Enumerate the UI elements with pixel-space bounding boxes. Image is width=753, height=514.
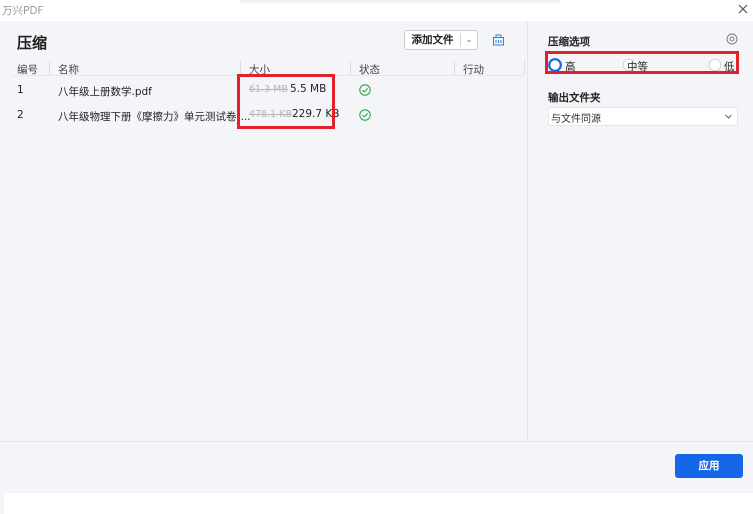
title-bar: 万兴PDF (0, 0, 753, 21)
row-index: 1 (17, 84, 24, 96)
output-folder-select[interactable]: 与文件同源 (548, 107, 738, 126)
page-title: 压缩 (17, 34, 48, 52)
compression-options-title: 压缩选项 (548, 36, 590, 48)
chevron-down-icon (725, 114, 732, 119)
file-name: 八年级物理下册《摩擦力》单元测试卷(... (58, 111, 251, 123)
app-title: 万兴PDF (2, 5, 44, 17)
title-bar-shadow (240, 0, 560, 5)
success-check-icon (359, 84, 371, 96)
output-folder-title: 输出文件夹 (548, 92, 601, 104)
apply-button[interactable]: 应用 (675, 454, 743, 478)
options-highlight-box (545, 51, 739, 74)
add-file-button[interactable]: 添加文件 ⌄ (404, 30, 478, 50)
column-divider (49, 61, 50, 75)
chevron-down-icon[interactable]: ⌄ (461, 31, 477, 49)
footer-bar: 应用 (0, 441, 753, 494)
column-divider (240, 61, 241, 75)
reset-icon[interactable] (726, 33, 738, 45)
file-list-panel: 压缩 添加文件 ⌄ 编号 名称 大小 状态 行动 1 八年级上册数学.pdf 6… (0, 21, 527, 441)
column-divider (524, 61, 525, 75)
row-index: 2 (17, 109, 24, 121)
options-panel: 压缩选项 高 中等 低 输出文件夹 与文件同源 (527, 21, 753, 441)
bottom-strip (4, 493, 753, 514)
column-divider (454, 61, 455, 75)
output-folder-value: 与文件同源 (551, 114, 601, 125)
file-name: 八年级上册数学.pdf (58, 86, 152, 98)
size-highlight-box (237, 74, 335, 129)
close-icon[interactable] (735, 1, 751, 17)
clear-list-icon[interactable] (492, 33, 505, 46)
success-check-icon (359, 109, 371, 121)
add-file-label: 添加文件 (411, 34, 454, 46)
column-divider (350, 61, 351, 75)
